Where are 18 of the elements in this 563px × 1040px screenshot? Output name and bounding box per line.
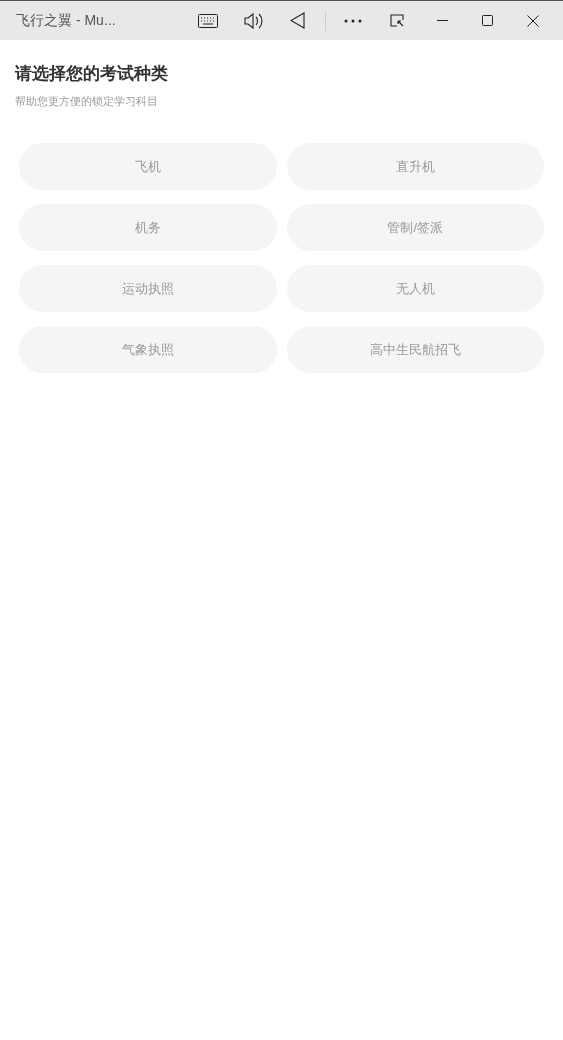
page-subheading: 帮助您更方便的锁定学习科目 [15,94,159,108]
snap-icon[interactable] [390,14,404,27]
exam-type-button[interactable]: 运动执照 [19,265,277,312]
speaker-icon[interactable] [244,11,263,30]
page-heading: 请选择您的考试种类 [15,63,169,85]
maximize-icon[interactable] [482,15,493,26]
close-icon[interactable] [527,14,539,27]
exam-type-button[interactable]: 机务 [19,204,277,251]
exam-type-button[interactable]: 气象执照 [19,326,277,373]
more-icon[interactable] [344,18,362,23]
exam-type-button[interactable]: 飞机 [19,143,277,190]
back-icon[interactable] [290,12,305,29]
exam-type-button[interactable]: 直升机 [286,143,544,190]
exam-type-button[interactable]: 管制/签派 [286,204,544,251]
keyboard-icon[interactable] [198,13,218,28]
exam-type-button[interactable]: 无人机 [286,265,544,312]
exam-type-button[interactable]: 高中生民航招飞 [286,326,544,373]
window-title: 飞行之翼 - Mu... [16,11,117,30]
